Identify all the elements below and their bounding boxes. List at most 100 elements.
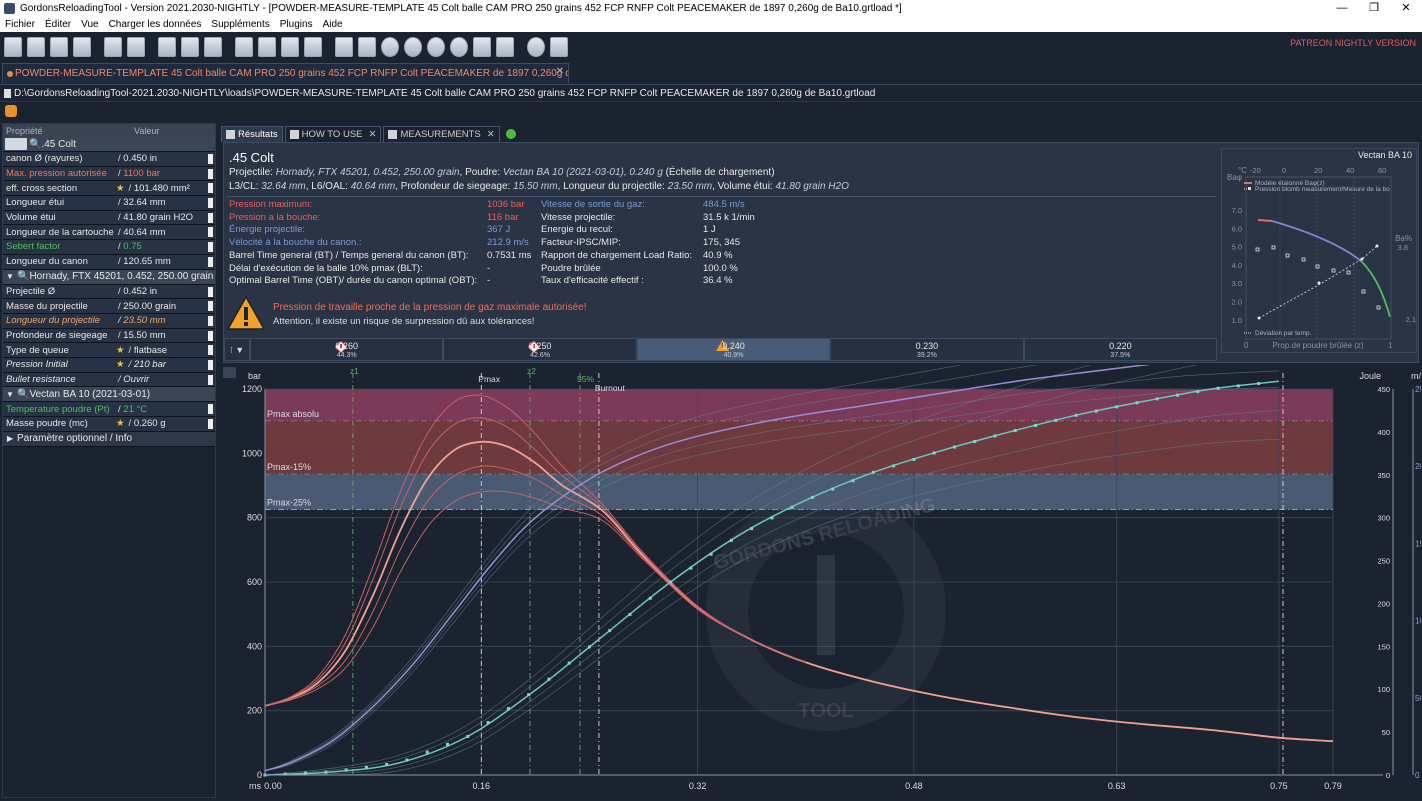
document-tab[interactable]: POWDER-MEASURE-TEMPLATE 45 Colt balle CA… bbox=[2, 63, 569, 83]
open-recent-icon[interactable] bbox=[50, 37, 68, 57]
expand-icon[interactable]: ▶ bbox=[3, 434, 17, 443]
edit-handle-icon[interactable] bbox=[208, 301, 213, 312]
menu-aide[interactable]: Aide bbox=[318, 19, 348, 30]
property-value[interactable]: 0.450 in bbox=[116, 153, 215, 164]
projectile-group[interactable]: ▼ 🔍 Hornady, FTX 45201, 0.452, 250.00 gr… bbox=[3, 269, 215, 285]
wrench-icon[interactable] bbox=[5, 138, 27, 150]
property-value[interactable]: 250.00 grain bbox=[116, 301, 215, 312]
property-value[interactable]: 0.75 bbox=[116, 241, 215, 252]
cartridges-icon[interactable] bbox=[258, 37, 276, 57]
cal-row[interactable]: Longueur étui 32.64 mm bbox=[3, 196, 215, 211]
cal-row[interactable]: canon Ø (rayures) 0.450 in bbox=[3, 152, 215, 167]
cal-row[interactable]: Volume étui 41.80 grain H2O bbox=[3, 210, 215, 226]
property-value[interactable]: 21 °C bbox=[116, 404, 215, 415]
proj-row[interactable]: Type de queue ★flatbase bbox=[3, 343, 215, 358]
optional-params[interactable]: ▶ Paramètre optionnel / Info bbox=[3, 431, 215, 447]
gauge-icon[interactable] bbox=[381, 37, 399, 57]
property-value[interactable]: 32.64 mm bbox=[116, 197, 215, 208]
open-file-icon[interactable] bbox=[27, 37, 45, 57]
powder-group[interactable]: ▼ 🔍 Vectan BA 10 (2021-03-01) bbox=[3, 387, 215, 403]
edit-handle-icon[interactable] bbox=[208, 330, 213, 341]
menu-editer[interactable]: Éditer bbox=[40, 19, 76, 30]
reload-icon[interactable] bbox=[73, 37, 91, 57]
edit-handle-icon[interactable] bbox=[208, 242, 213, 253]
timer-icon[interactable] bbox=[450, 37, 468, 57]
proj-row[interactable]: Projectile Ø 0.452 in bbox=[3, 284, 215, 300]
cal-row[interactable]: Longueur de la cartouche40.64 mm bbox=[3, 225, 215, 241]
maximize-button[interactable]: ❐ bbox=[1358, 0, 1390, 17]
menu-charger[interactable]: Charger les données bbox=[104, 19, 207, 30]
charge-cell[interactable]: 0.220 37.5% bbox=[1023, 338, 1218, 361]
menu-supplements[interactable]: Suppléments bbox=[206, 19, 274, 30]
scatter-icon[interactable] bbox=[473, 37, 491, 57]
caliper-icon[interactable] bbox=[496, 37, 514, 57]
close-button[interactable]: ✕ bbox=[1390, 0, 1422, 17]
proj-row[interactable]: Bullet resistance Ouvrir bbox=[3, 372, 215, 388]
settings-icon[interactable] bbox=[527, 37, 545, 57]
sort-icon[interactable] bbox=[335, 37, 353, 57]
charge-menu-button[interactable]: ⁝ ▼ bbox=[224, 338, 250, 361]
notes-icon[interactable] bbox=[204, 37, 222, 57]
save-icon[interactable] bbox=[104, 37, 122, 57]
proj-row[interactable]: Masse du projectile 250.00 grain bbox=[3, 299, 215, 314]
edit-handle-icon[interactable] bbox=[208, 154, 213, 164]
edit-handle-icon[interactable] bbox=[208, 198, 213, 209]
edit-handle-icon[interactable] bbox=[208, 404, 213, 415]
pdf-export-icon[interactable] bbox=[158, 37, 176, 57]
edit-handle-icon[interactable] bbox=[208, 212, 213, 223]
proj-row[interactable]: Pression Initial ★210 bar bbox=[3, 357, 215, 373]
target-icon[interactable] bbox=[404, 37, 422, 57]
close-tab-icon[interactable]: ✕ bbox=[556, 66, 564, 77]
proj-row[interactable]: Profondeur de siegeage 15.50 mm bbox=[3, 328, 215, 344]
cal-row[interactable]: Max. pression autorisée 1100 bar bbox=[3, 166, 215, 182]
save-as-icon[interactable] bbox=[127, 37, 145, 57]
property-value[interactable]: 0.452 in bbox=[116, 286, 215, 297]
powder-icon[interactable] bbox=[304, 37, 322, 57]
add-tab-icon[interactable] bbox=[505, 129, 516, 139]
property-value[interactable]: 210 bar bbox=[127, 359, 215, 370]
property-value[interactable]: 23.50 mm bbox=[116, 315, 215, 326]
property-value[interactable]: 0.260 g bbox=[127, 418, 215, 429]
edit-handle-icon[interactable] bbox=[208, 374, 213, 385]
edit-handle-icon[interactable] bbox=[208, 256, 213, 267]
ruler-icon[interactable] bbox=[181, 37, 199, 57]
edit-handle-icon[interactable] bbox=[208, 419, 213, 429]
edit-handle-icon[interactable] bbox=[208, 286, 213, 297]
monitor-icon[interactable] bbox=[550, 37, 568, 57]
cowboy-hat-icon[interactable] bbox=[5, 105, 17, 117]
grid-icon[interactable] bbox=[358, 37, 376, 57]
tab-how-to-use[interactable]: HOW TO USE ✕ bbox=[284, 126, 382, 142]
new-file-icon[interactable] bbox=[4, 37, 22, 57]
powder-row[interactable]: Masse poudre (mc) ★0.260 g bbox=[3, 417, 215, 432]
property-value[interactable]: 101.480 mm² bbox=[127, 183, 215, 194]
charge-cell[interactable]: 0.240 40.9% bbox=[636, 338, 831, 361]
collapse-icon[interactable]: ▼ bbox=[3, 272, 17, 281]
edit-handle-icon[interactable] bbox=[208, 168, 213, 179]
menu-fichier[interactable]: Fichier bbox=[0, 19, 40, 30]
charge-cell[interactable]: 0.260 44.3% bbox=[250, 338, 444, 361]
cal-row[interactable]: Longueur du canon 120.65 mm bbox=[3, 254, 215, 270]
property-value[interactable]: 15.50 mm bbox=[116, 330, 215, 341]
property-value[interactable]: 1100 bar bbox=[116, 168, 215, 179]
chart-tools-icon[interactable] bbox=[223, 367, 236, 378]
charge-cell[interactable]: 0.230 39.2% bbox=[830, 338, 1024, 361]
close-icon[interactable]: ✕ bbox=[487, 129, 495, 140]
edit-handle-icon[interactable] bbox=[208, 183, 213, 194]
minimize-button[interactable]: — bbox=[1326, 0, 1358, 17]
charge-cell[interactable]: 0.250 42.6% bbox=[443, 338, 637, 361]
menu-plugins[interactable]: Plugins bbox=[275, 19, 318, 30]
property-value[interactable]: 41.80 grain H2O bbox=[116, 212, 215, 223]
edit-handle-icon[interactable] bbox=[208, 359, 213, 370]
collapse-icon[interactable]: ▼ bbox=[3, 390, 17, 399]
menu-vue[interactable]: Vue bbox=[76, 19, 103, 30]
bullets-icon[interactable] bbox=[281, 37, 299, 57]
property-value[interactable]: 120.65 mm bbox=[116, 256, 215, 267]
cal-row[interactable]: eff. cross section ★101.480 mm² bbox=[3, 181, 215, 197]
gun-icon[interactable] bbox=[235, 37, 253, 57]
property-value[interactable]: Ouvrir bbox=[116, 374, 215, 385]
tab-measurements[interactable]: MEASUREMENTS ✕ bbox=[383, 126, 500, 142]
proj-row[interactable]: Longueur du projectile 23.50 mm bbox=[3, 313, 215, 329]
caliber-group[interactable]: 🔍 .45 Colt bbox=[3, 137, 215, 152]
close-icon[interactable]: ✕ bbox=[369, 129, 377, 140]
property-value[interactable]: flatbase bbox=[127, 345, 215, 356]
